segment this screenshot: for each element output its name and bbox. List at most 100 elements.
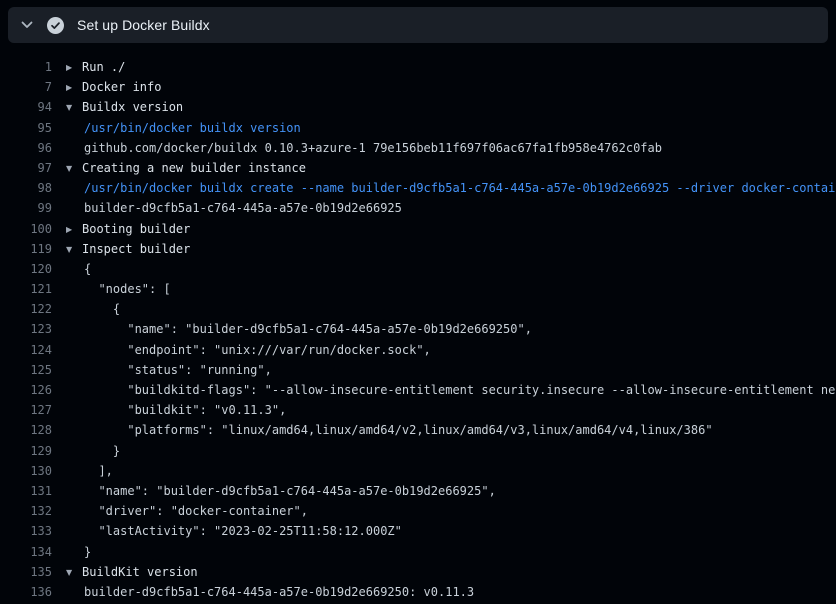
group-title: Run ./	[82, 60, 125, 74]
log-output-row: 127 "buildkit": "v0.11.3",	[0, 400, 836, 420]
line-number[interactable]: 125	[0, 360, 52, 380]
log-line-content: /usr/bin/docker buildx create --name bui…	[52, 178, 836, 198]
log-line-content: ▶Run ./	[52, 57, 836, 77]
line-number[interactable]: 124	[0, 340, 52, 360]
line-number[interactable]: 129	[0, 441, 52, 461]
line-number[interactable]: 121	[0, 279, 52, 299]
log-output-row: 125 "status": "running",	[0, 360, 836, 380]
log-line-content: ▶Docker info	[52, 77, 836, 97]
log-output-row: 130 ],	[0, 461, 836, 481]
log-output-row: 131 "name": "builder-d9cfb5a1-c764-445a-…	[0, 481, 836, 501]
step-title: Set up Docker Buildx	[77, 17, 210, 33]
log-group-row[interactable]: 135▼BuildKit version	[0, 562, 836, 582]
output-text: "name": "builder-d9cfb5a1-c764-445a-a57e…	[84, 322, 532, 336]
log-group-row[interactable]: 7▶Docker info	[0, 77, 836, 97]
line-number[interactable]: 100	[0, 219, 52, 239]
output-text: "lastActivity": "2023-02-25T11:58:12.000…	[84, 524, 402, 538]
output-text: }	[84, 545, 91, 559]
group-collapsed-arrow-icon: ▶	[66, 78, 82, 97]
group-title: Booting builder	[82, 222, 190, 236]
log-group-row[interactable]: 119▼Inspect builder	[0, 239, 836, 259]
output-text: github.com/docker/buildx 0.10.3+azure-1 …	[84, 141, 662, 155]
log-line-content: /usr/bin/docker buildx version	[52, 118, 836, 138]
group-expanded-arrow-icon: ▼	[66, 240, 82, 259]
log-line-content: "name": "builder-d9cfb5a1-c764-445a-a57e…	[52, 481, 836, 501]
line-number[interactable]: 122	[0, 299, 52, 319]
output-text: "nodes": [	[84, 282, 171, 296]
line-number[interactable]: 98	[0, 178, 52, 198]
group-title: Docker info	[82, 80, 161, 94]
line-number[interactable]: 127	[0, 400, 52, 420]
line-number[interactable]: 7	[0, 77, 52, 97]
line-number[interactable]: 131	[0, 481, 52, 501]
group-expanded-arrow-icon: ▼	[66, 159, 82, 178]
line-number[interactable]: 97	[0, 158, 52, 178]
line-number[interactable]: 123	[0, 319, 52, 339]
log-output-row: 128 "platforms": "linux/amd64,linux/amd6…	[0, 420, 836, 440]
output-text: "status": "running",	[84, 363, 272, 377]
log-line-content: {	[52, 259, 836, 279]
log-output-row: 129 }	[0, 441, 836, 461]
log-line-content: ▼Buildx version	[52, 97, 836, 117]
log-line-content: ▼BuildKit version	[52, 562, 836, 582]
command-text: /usr/bin/docker buildx create --name bui…	[84, 181, 836, 195]
line-number[interactable]: 94	[0, 97, 52, 117]
log-output-row: 99builder-d9cfb5a1-c764-445a-a57e-0b19d2…	[0, 198, 836, 218]
log-output-row: 133 "lastActivity": "2023-02-25T11:58:12…	[0, 521, 836, 541]
line-number[interactable]: 135	[0, 562, 52, 582]
line-number[interactable]: 128	[0, 420, 52, 440]
line-number[interactable]: 96	[0, 138, 52, 158]
log-line-content: ▶Booting builder	[52, 219, 836, 239]
log-line-content: builder-d9cfb5a1-c764-445a-a57e-0b19d2e6…	[52, 582, 836, 602]
log-line-content: "driver": "docker-container",	[52, 501, 836, 521]
command-text: /usr/bin/docker buildx version	[84, 121, 301, 135]
log-line-content: "buildkitd-flags": "--allow-insecure-ent…	[52, 380, 836, 400]
log-line-content: github.com/docker/buildx 0.10.3+azure-1 …	[52, 138, 836, 158]
log-output-row: 124 "endpoint": "unix:///var/run/docker.…	[0, 340, 836, 360]
line-number[interactable]: 132	[0, 501, 52, 521]
line-number[interactable]: 126	[0, 380, 52, 400]
log-line-content: }	[52, 441, 836, 461]
log-output-row: 121 "nodes": [	[0, 279, 836, 299]
log-line-content: "buildkit": "v0.11.3",	[52, 400, 836, 420]
output-text: "platforms": "linux/amd64,linux/amd64/v2…	[84, 423, 713, 437]
log-line-content: ▼Inspect builder	[52, 239, 836, 259]
log-group-row[interactable]: 94▼Buildx version	[0, 97, 836, 117]
line-number[interactable]: 1	[0, 57, 52, 77]
group-title: Buildx version	[82, 100, 183, 114]
log-output-row: 132 "driver": "docker-container",	[0, 501, 836, 521]
log-line-content: ],	[52, 461, 836, 481]
log-group-row[interactable]: 100▶Booting builder	[0, 219, 836, 239]
output-text: builder-d9cfb5a1-c764-445a-a57e-0b19d2e6…	[84, 585, 474, 599]
log-line-content: "endpoint": "unix:///var/run/docker.sock…	[52, 340, 836, 360]
line-number[interactable]: 95	[0, 118, 52, 138]
log-output-row: 134}	[0, 542, 836, 562]
check-circle-icon	[47, 17, 64, 34]
output-text: "endpoint": "unix:///var/run/docker.sock…	[84, 343, 431, 357]
step-header[interactable]: Set up Docker Buildx	[8, 7, 828, 43]
line-number[interactable]: 120	[0, 259, 52, 279]
output-text: "buildkit": "v0.11.3",	[84, 403, 286, 417]
log-line-content: ▼Creating a new builder instance	[52, 158, 836, 178]
line-number[interactable]: 134	[0, 542, 52, 562]
output-text: "buildkitd-flags": "--allow-insecure-ent…	[84, 383, 836, 397]
group-title: Creating a new builder instance	[82, 161, 306, 175]
log-output-row: 96 github.com/docker/buildx 0.10.3+azure-…	[0, 138, 836, 158]
output-text: ],	[84, 464, 113, 478]
group-expanded-arrow-icon: ▼	[66, 563, 82, 582]
group-expanded-arrow-icon: ▼	[66, 98, 82, 117]
output-text: {	[84, 262, 91, 276]
log-line-content: "platforms": "linux/amd64,linux/amd64/v2…	[52, 420, 836, 440]
line-number[interactable]: 130	[0, 461, 52, 481]
line-number[interactable]: 136	[0, 582, 52, 602]
line-number[interactable]: 119	[0, 239, 52, 259]
line-number[interactable]: 133	[0, 521, 52, 541]
log-group-row[interactable]: 1▶Run ./	[0, 57, 836, 77]
output-text: }	[84, 444, 120, 458]
line-number[interactable]: 99	[0, 198, 52, 218]
log-group-row[interactable]: 97▼Creating a new builder instance	[0, 158, 836, 178]
output-text: {	[84, 302, 120, 316]
log-output-row: 126 "buildkitd-flags": "--allow-insecure…	[0, 380, 836, 400]
chevron-down-icon[interactable]	[20, 18, 34, 32]
log-line-content: "name": "builder-d9cfb5a1-c764-445a-a57e…	[52, 319, 836, 339]
